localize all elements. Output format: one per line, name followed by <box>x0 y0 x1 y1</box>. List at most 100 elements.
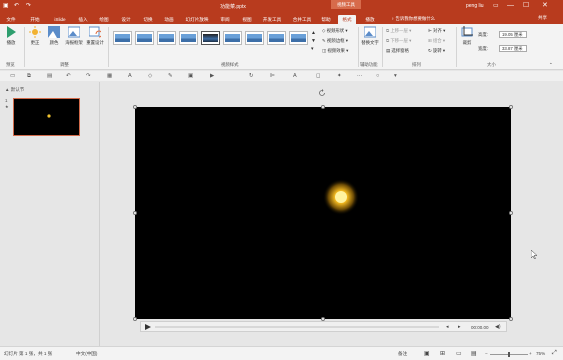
tab-home[interactable]: 开始 <box>26 15 44 24</box>
video-style-3[interactable] <box>157 31 176 45</box>
ribbon-options-icon[interactable]: ▭ <box>493 2 499 9</box>
outline-icon[interactable]: ◻ <box>316 73 321 79</box>
shapes-icon[interactable]: ◇ <box>148 73 152 79</box>
video-style-2[interactable] <box>135 31 154 45</box>
width-input[interactable]: 33.87 厘米 <box>499 45 527 52</box>
crop-button[interactable]: 裁剪 <box>459 26 475 46</box>
circle-icon[interactable]: ○ <box>376 73 379 79</box>
tab-help[interactable]: 帮助 <box>318 15 334 24</box>
zoom-slider-thumb[interactable] <box>508 352 510 357</box>
step-forward-icon[interactable]: ▸ <box>458 324 461 330</box>
resize-handle[interactable] <box>509 105 513 109</box>
tell-me-search[interactable]: ♀ 告诉我你想要做什么 <box>391 16 435 22</box>
reset-design-button[interactable]: 重置设计 <box>86 26 104 46</box>
send-backward-button[interactable]: ⧉ 下移一层 ▾ <box>386 38 411 44</box>
tab-developer[interactable]: 开发工具 <box>259 15 285 24</box>
font-size-icon[interactable]: A <box>293 73 297 79</box>
video-style-5[interactable] <box>201 31 220 45</box>
tab-format[interactable]: 格式 <box>338 15 356 24</box>
bring-forward-button[interactable]: ⧉ 上移一层 ▾ <box>386 28 411 34</box>
resize-handle[interactable] <box>509 211 513 215</box>
rotate-button[interactable]: ↻ 旋转 ▾ <box>428 48 445 54</box>
media-timeline[interactable] <box>155 326 439 328</box>
tab-slideshow[interactable]: 幻灯片放映 <box>182 15 212 24</box>
video-style-8[interactable] <box>267 31 286 45</box>
save-icon[interactable]: ▣ <box>3 2 9 9</box>
color-button[interactable]: 颜色 <box>46 26 62 46</box>
play-button[interactable]: 播放 <box>3 26 19 46</box>
align-button[interactable]: ⊫ 对齐 ▾ <box>428 28 445 34</box>
minimize-button[interactable]: — <box>507 2 514 10</box>
new-slide-icon[interactable]: ▭ <box>10 73 15 79</box>
media-play-icon[interactable] <box>145 324 151 330</box>
video-style-1[interactable] <box>113 31 132 45</box>
tab-insert[interactable]: 插入 <box>74 15 92 24</box>
zoom-in-button[interactable]: + <box>529 351 532 356</box>
tab-islide[interactable]: iSlide <box>49 15 71 24</box>
align-icon[interactable]: ⊫ <box>270 73 275 79</box>
tab-playback[interactable]: 播放 <box>361 15 379 24</box>
resize-handle[interactable] <box>133 211 137 215</box>
paste-icon[interactable]: ▤ <box>47 73 52 79</box>
video-shape-button[interactable]: ◇ 视频形状 ▾ <box>322 28 348 34</box>
maximize-button[interactable]: ☐ <box>523 2 529 10</box>
picture-icon[interactable]: ▣ <box>188 73 193 79</box>
draw-icon[interactable]: ✎ <box>168 73 173 79</box>
language-indicator[interactable]: 中文(中国) <box>76 351 97 357</box>
tab-draw[interactable]: 绘图 <box>95 15 113 24</box>
slide-sorter-icon[interactable]: ⊞ <box>440 350 445 357</box>
close-button[interactable]: ✕ <box>542 2 548 10</box>
redo-icon[interactable]: ↷ <box>26 2 31 9</box>
reading-view-icon[interactable]: ▭ <box>456 350 462 357</box>
gallery-more-icon[interactable]: ▾ <box>311 46 314 52</box>
tab-review[interactable]: 审阅 <box>216 15 234 24</box>
collapse-ribbon-icon[interactable]: ⌃ <box>549 62 553 68</box>
height-input[interactable]: 19.05 厘米 <box>499 31 527 38</box>
rotate-icon[interactable]: ↻ <box>249 73 254 79</box>
undo-icon[interactable]: ↶ <box>14 2 19 9</box>
normal-view-icon[interactable]: ▣ <box>424 350 430 357</box>
slideshow-view-icon[interactable]: ▤ <box>471 350 477 357</box>
redo-arrow-icon[interactable]: ↷ <box>86 73 91 79</box>
format-icon[interactable]: ▦ <box>107 73 112 79</box>
video-style-4[interactable] <box>179 31 198 45</box>
copy-icon[interactable]: ⧉ <box>27 73 31 80</box>
step-back-icon[interactable]: ◂ <box>446 324 449 330</box>
video-effects-button[interactable]: ◫ 视频效果 ▾ <box>322 48 348 54</box>
undo-arrow-icon[interactable]: ↶ <box>66 73 71 79</box>
video-style-6[interactable] <box>223 31 242 45</box>
tab-animations[interactable]: 动画 <box>160 15 178 24</box>
tab-merge-tools[interactable]: 合并工具 <box>289 15 315 24</box>
video-border-button[interactable]: ✎ 视频边框 ▾ <box>322 38 348 44</box>
text-box-icon[interactable]: A <box>128 73 132 79</box>
resize-handle[interactable] <box>321 105 325 109</box>
tab-design[interactable]: 设计 <box>117 15 135 24</box>
resize-handle[interactable] <box>133 105 137 109</box>
poster-frame-button[interactable]: 海报框架 <box>65 26 83 46</box>
slideshow-icon[interactable]: ▶ <box>210 73 214 79</box>
group-button[interactable]: ⊞ 组合 ▾ <box>428 38 445 44</box>
effect-icon[interactable]: ✦ <box>337 73 342 79</box>
tab-transitions[interactable]: 切换 <box>139 15 157 24</box>
gallery-scroll-up-icon[interactable]: ▲ <box>311 30 316 36</box>
section-header[interactable]: ▲ 默认节 <box>5 87 24 93</box>
user-name[interactable]: peng liu <box>466 3 484 9</box>
rotate-handle-icon[interactable] <box>318 89 326 97</box>
volume-icon[interactable]: ◀) <box>495 324 501 330</box>
corrections-button[interactable]: 更正 <box>27 26 43 46</box>
more-icon[interactable]: ⋯ <box>357 73 363 79</box>
resize-handle[interactable] <box>133 317 137 321</box>
resize-handle[interactable] <box>509 317 513 321</box>
tab-file[interactable]: 文件 <box>2 15 20 24</box>
notes-button[interactable]: 备注 <box>398 351 407 357</box>
video-canvas[interactable] <box>135 107 511 319</box>
tab-view[interactable]: 视图 <box>238 15 256 24</box>
fit-to-window-icon[interactable]: ⤢ <box>552 350 557 357</box>
share-button[interactable]: 共享 <box>538 15 547 21</box>
video-style-9[interactable] <box>289 31 308 45</box>
zoom-level[interactable]: 75% <box>536 351 545 356</box>
customize-icon[interactable]: ▾ <box>394 73 397 79</box>
slide-thumbnail-1[interactable] <box>13 98 80 136</box>
zoom-out-button[interactable]: − <box>485 351 488 356</box>
gallery-scroll-down-icon[interactable]: ▼ <box>311 38 316 44</box>
